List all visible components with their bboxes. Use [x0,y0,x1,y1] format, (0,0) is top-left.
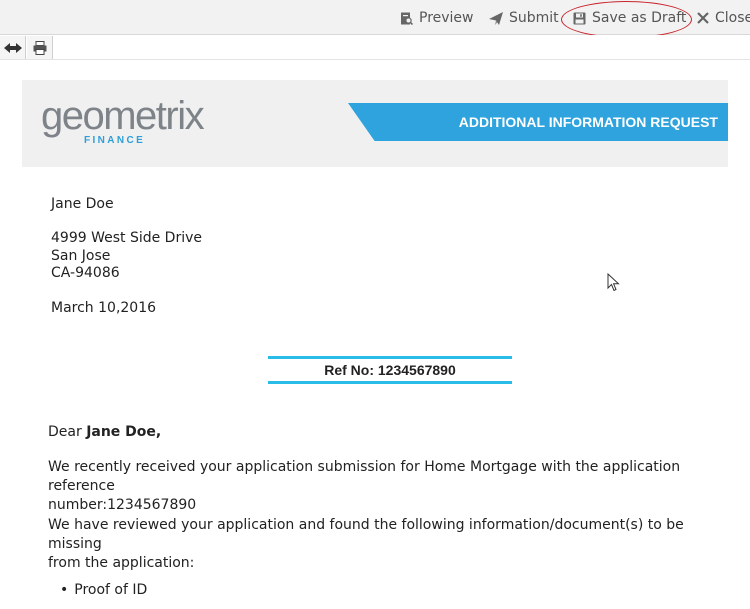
document-header: geometrix FINANCE ADDITIONAL INFORMATION… [22,80,728,167]
missing-item: Proof of ID [60,582,147,598]
address-line-1: 4999 West Side Drive [51,230,202,246]
printer-icon [33,40,46,55]
greeting: Dear Jane Doe, [48,424,161,441]
missing-info-line-2: from the application: [48,555,195,571]
letter-date: March 10,2016 [51,300,157,316]
close-button[interactable]: Close [697,9,750,27]
close-label: Close [715,10,750,26]
document-title-banner: ADDITIONAL INFORMATION REQUEST [348,103,728,141]
address-line-2: San Jose [51,248,111,264]
reference-number: Ref No: 1234567890 [324,362,456,378]
arrows-left-right-icon [3,42,22,53]
missing-info-paragraph: We have reviewed your application and fo… [48,516,708,573]
toggle-panel-button[interactable] [0,36,26,59]
close-icon [697,12,709,24]
document-title: ADDITIONAL INFORMATION REQUEST [458,114,718,130]
reference-number-box: Ref No: 1234567890 [268,356,512,384]
greeting-prefix: Dear [48,424,82,440]
submit-button[interactable]: Submit [489,9,559,27]
address-line-3: CA-94086 [51,265,120,281]
recipient-name: Jane Doe [51,196,114,212]
intro-line-2: number:1234567890 [48,497,197,513]
intro-paragraph: We recently received your application su… [48,458,708,515]
save-as-draft-label: Save as Draft [592,10,687,26]
preview-label: Preview [419,10,474,26]
secondary-toolbar [0,35,750,60]
send-icon [489,11,503,25]
save-as-draft-button[interactable]: Save as Draft [573,9,686,27]
intro-line-1: We recently received your application su… [48,459,681,494]
greeting-name: Jane Doe, [86,424,162,440]
company-logo-subtitle: FINANCE [84,135,146,146]
company-logo-wordmark: geometrix [41,94,205,138]
preview-button[interactable]: Preview [400,9,474,27]
mouse-pointer-icon [607,273,620,292]
submit-label: Submit [509,10,559,26]
missing-info-line-1: We have reviewed your application and fo… [48,517,684,552]
top-toolbar: Preview Submit Save as Draft Close [0,0,750,38]
floppy-disk-icon [573,12,586,24]
print-button[interactable] [27,36,53,59]
preview-icon [401,12,413,25]
